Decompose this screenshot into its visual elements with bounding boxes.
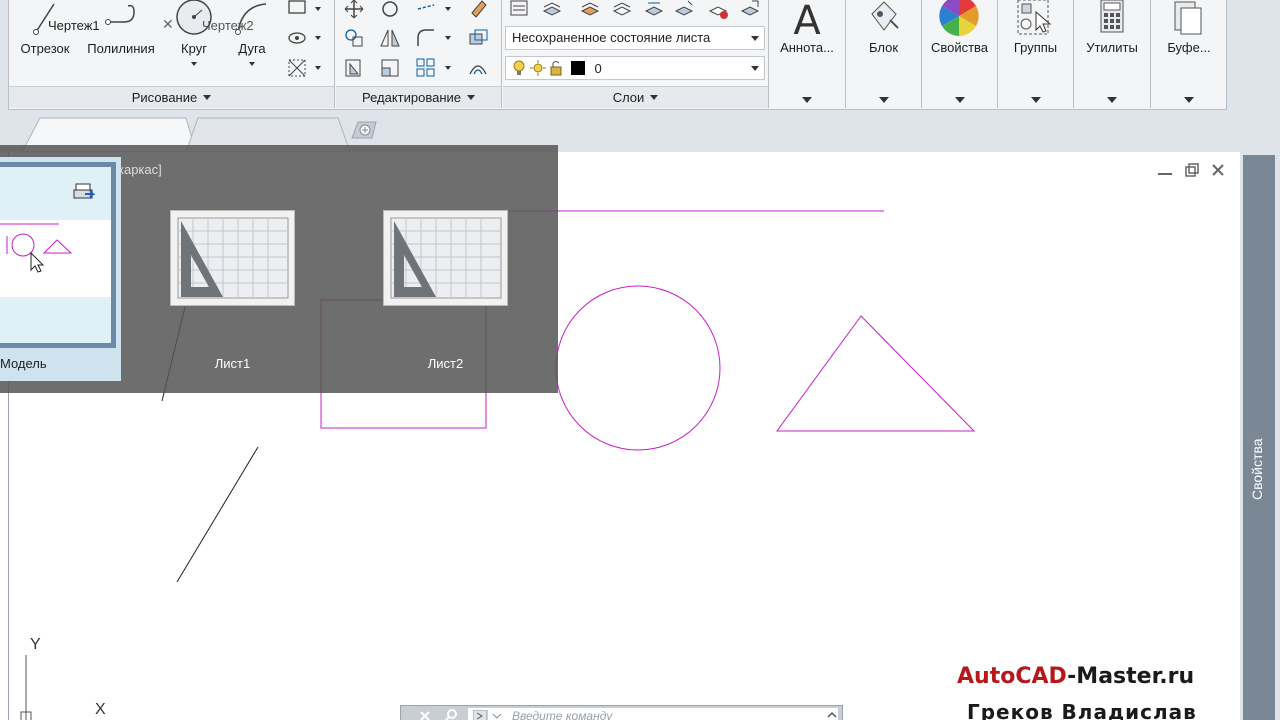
sheet1-label[interactable]: Лист1 <box>170 356 295 371</box>
chevron-up-icon[interactable] <box>826 710 838 720</box>
model-thumbnail-shapes <box>0 223 73 273</box>
layout-sheet-icon <box>177 217 289 299</box>
viewport-visual-style-label[interactable]: каркас] <box>118 162 162 177</box>
plot-icon[interactable] <box>73 182 95 202</box>
command-prompt-icon[interactable] <box>473 710 507 720</box>
ucs-y-label: Y <box>30 636 41 653</box>
sheet2-label[interactable]: Лист2 <box>383 356 508 371</box>
wrench-icon[interactable] <box>443 709 457 720</box>
command-input-placeholder: Введите команду <box>512 709 613 720</box>
watermark-site: AutoCAD-Master.ru <box>957 664 1194 689</box>
sheet2-preview[interactable] <box>383 210 508 306</box>
close-icon[interactable] <box>419 710 431 720</box>
drawn-circle[interactable] <box>555 285 721 451</box>
drawn-triangle[interactable] <box>776 315 976 432</box>
layout-sheet-icon <box>390 217 502 299</box>
drawn-black-line-2[interactable] <box>176 446 259 583</box>
sheet1-preview[interactable] <box>170 210 295 306</box>
model-tab-label[interactable]: Модель <box>0 356 47 371</box>
properties-palette-strip[interactable] <box>1243 155 1275 720</box>
ucs-x-label: X <box>95 701 106 718</box>
watermark-author: Греков Владислав <box>967 700 1197 720</box>
properties-palette-label: Свойства <box>1249 438 1265 500</box>
watermark-site-part1: AutoCAD <box>957 664 1068 689</box>
command-input[interactable]: Введите команду <box>468 708 838 720</box>
watermark-site-part2: -Master.ru <box>1067 664 1195 689</box>
